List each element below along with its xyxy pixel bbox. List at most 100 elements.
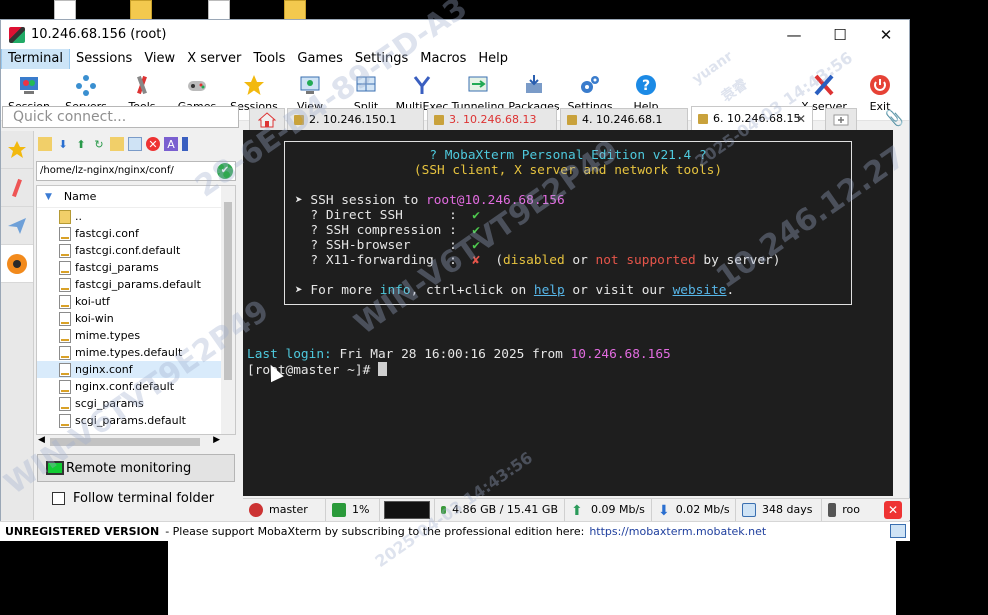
desktop-file-icon[interactable] xyxy=(54,0,76,20)
refresh-icon[interactable]: ↻ xyxy=(92,137,106,151)
macros-tab[interactable] xyxy=(1,207,33,245)
close-tab-icon[interactable]: ✕ xyxy=(796,112,806,126)
session-tab-6[interactable]: 6. 10.246.68.15 ✕ xyxy=(691,106,813,130)
desktop-folder-icon[interactable] xyxy=(284,0,306,20)
rename-icon[interactable]: A xyxy=(164,137,178,151)
close-button[interactable]: ✕ xyxy=(863,20,909,49)
file-icon xyxy=(59,294,71,309)
file-row[interactable]: koi-win xyxy=(37,310,235,327)
desktop-folder-icon[interactable] xyxy=(130,0,152,20)
tools-icon xyxy=(129,72,155,98)
path-ok-icon[interactable]: ✔ xyxy=(217,163,233,179)
star-icon xyxy=(8,140,26,158)
menu-sessions[interactable]: Sessions xyxy=(70,49,138,69)
status-download: ⬇ 0.02 Mb/s xyxy=(652,498,736,521)
file-name: koi-utf xyxy=(75,295,110,308)
home-tab[interactable] xyxy=(249,108,285,130)
help-link[interactable]: help xyxy=(534,283,565,298)
file-list-scrollbar[interactable] xyxy=(221,186,235,434)
menu-view[interactable]: View xyxy=(138,49,181,69)
quick-connect-input[interactable]: Quick connect... xyxy=(2,106,239,128)
file-row[interactable]: mime.types.default xyxy=(37,344,235,361)
file-row[interactable]: nginx.conf.default xyxy=(37,378,235,395)
text-cursor xyxy=(377,362,387,376)
maximize-button[interactable]: ☐ xyxy=(817,20,863,49)
sftp-path-input[interactable]: /home/lz-nginx/nginx/conf/✔ xyxy=(36,161,236,181)
sftp-globe-icon xyxy=(7,253,27,274)
scroll-left-icon[interactable]: ◀ xyxy=(38,435,45,445)
follow-checkbox[interactable] xyxy=(52,492,65,505)
file-row[interactable]: mime.types xyxy=(37,327,235,344)
download-arrow-icon: ⬇ xyxy=(658,502,670,519)
more-icon[interactable] xyxy=(182,137,188,151)
file-row[interactable]: nginx.conf xyxy=(37,361,235,378)
minimize-button[interactable]: — xyxy=(771,20,817,49)
menu-games[interactable]: Games xyxy=(291,49,348,69)
support-message: - Please support MobaXterm by subscribin… xyxy=(165,525,585,538)
folder-up-icon[interactable] xyxy=(38,137,52,151)
hscroll-thumb[interactable] xyxy=(50,438,200,446)
menu-x-server[interactable]: X server xyxy=(181,49,247,69)
menu-tools[interactable]: Tools xyxy=(247,49,291,69)
desktop-file-icon[interactable] xyxy=(208,0,230,20)
close-status-icon[interactable]: ✕ xyxy=(884,501,902,519)
follow-terminal-folder[interactable]: Follow terminal folder xyxy=(52,491,214,506)
file-row[interactable]: koi-utf xyxy=(37,293,235,310)
monitor-icon xyxy=(46,461,64,475)
file-icon xyxy=(59,226,71,241)
key-icon xyxy=(567,114,577,125)
file-name: fastcgi.conf xyxy=(75,227,139,240)
monitor-icon[interactable] xyxy=(890,524,906,538)
menu-help[interactable]: Help xyxy=(472,49,514,69)
remote-monitoring-button[interactable]: Remote monitoring xyxy=(37,454,235,482)
terminal[interactable]: ? MobaXterm Personal Edition v21.4 ? (SS… xyxy=(243,130,893,496)
session-tab-4[interactable]: 4. 10.246.68.1 xyxy=(560,108,688,130)
welcome-banner: ? MobaXterm Personal Edition v21.4 ? (SS… xyxy=(284,141,852,305)
scroll-thumb[interactable] xyxy=(224,202,232,380)
file-name: fastcgi_params xyxy=(75,261,159,274)
footer-bar: UNREGISTERED VERSION - Please support Mo… xyxy=(0,521,910,541)
session-tab-3[interactable]: 3. 10.246.68.13 xyxy=(427,108,557,130)
terminal-scrollbar[interactable] xyxy=(893,130,909,496)
menu-settings[interactable]: Settings xyxy=(349,49,414,69)
ssh-browser-line: ? SSH-browser : ✔ xyxy=(295,238,480,253)
file-row[interactable]: fastcgi.conf xyxy=(37,225,235,242)
status-memory: 4.86 GB / 15.41 GB xyxy=(435,498,565,521)
parent-folder-row[interactable]: .. xyxy=(37,208,235,225)
download-icon[interactable]: ⬇ xyxy=(56,137,70,151)
attach-icon[interactable]: 📎 xyxy=(885,109,904,127)
name-column-header[interactable]: ▼ Name xyxy=(37,186,235,208)
scroll-right-icon[interactable]: ▶ xyxy=(213,435,220,445)
tools-tab[interactable] xyxy=(1,169,33,207)
website-link[interactable]: website xyxy=(673,283,727,298)
new-tab-button[interactable] xyxy=(825,108,857,130)
packages-icon xyxy=(521,72,547,98)
new-file-icon[interactable] xyxy=(128,137,142,151)
new-folder-icon[interactable] xyxy=(110,137,124,151)
menu-terminal[interactable]: Terminal xyxy=(1,48,70,70)
file-row[interactable]: fastcgi_params xyxy=(37,259,235,276)
delete-icon[interactable]: ✕ xyxy=(146,137,160,151)
file-name: koi-win xyxy=(75,312,114,325)
file-row[interactable]: scgi_params.default xyxy=(37,412,235,429)
sftp-tab[interactable] xyxy=(1,245,33,283)
games-icon xyxy=(184,72,210,98)
session-tab-2[interactable]: 2. 10.246.150.1 xyxy=(287,108,424,130)
menu-macros[interactable]: Macros xyxy=(414,49,472,69)
svg-text:?: ? xyxy=(642,78,650,94)
mobatek-link[interactable]: https://mobaxterm.mobatek.net xyxy=(589,525,766,538)
multiexec-icon xyxy=(409,72,435,98)
file-row[interactable]: fastcgi_params.default xyxy=(37,276,235,293)
file-list-hscrollbar[interactable]: ◀ ▶ xyxy=(36,435,236,449)
x11-line: ? X11-forwarding : ✘ (disabled or not su… xyxy=(295,253,781,268)
cpu-icon xyxy=(332,502,346,517)
help-icon: ? xyxy=(633,72,659,98)
title-bar: 10.246.68.156 (root) — ☐ ✕ xyxy=(1,20,909,49)
status-cpu: 1% xyxy=(326,498,380,521)
upload-arrow-icon: ⬆ xyxy=(571,502,583,519)
file-name: scgi_params.default xyxy=(75,414,186,427)
file-row[interactable]: scgi_params xyxy=(37,395,235,412)
upload-icon[interactable]: ⬆ xyxy=(74,137,88,151)
file-row[interactable]: fastcgi.conf.default xyxy=(37,242,235,259)
favorites-tab[interactable] xyxy=(1,131,33,169)
